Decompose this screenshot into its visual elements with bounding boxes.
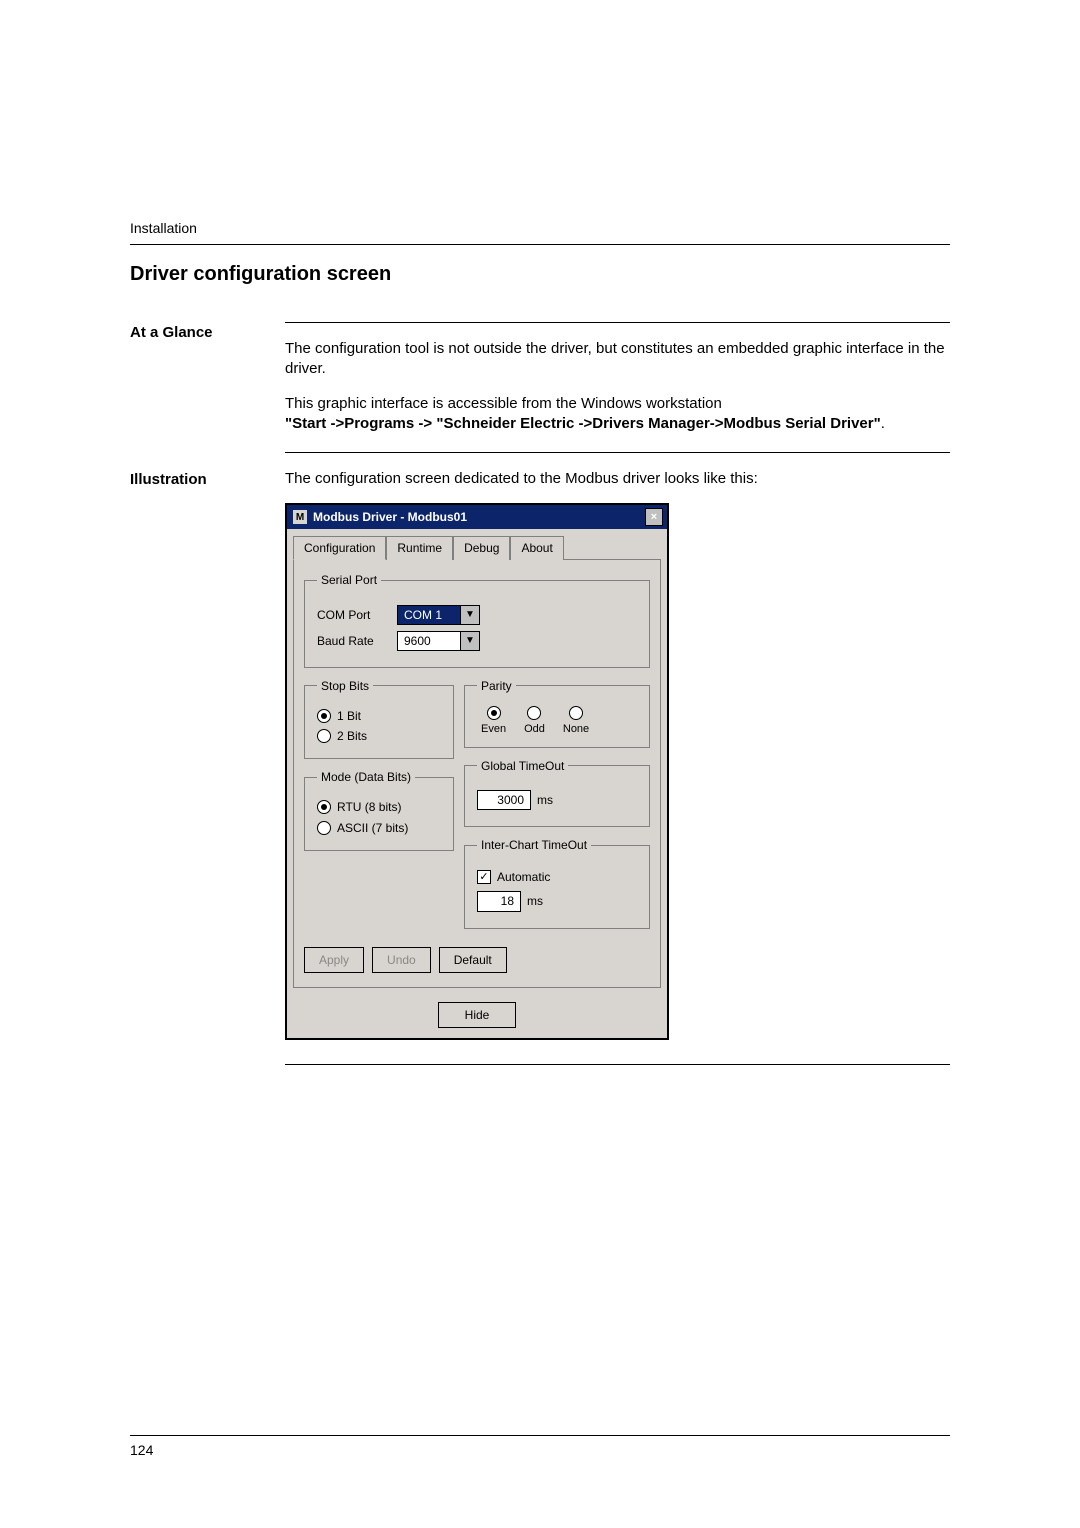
parity-even-option[interactable]: Even xyxy=(481,706,506,737)
group-serial-port-legend: Serial Port xyxy=(317,572,381,588)
baud-rate-value: 9600 xyxy=(397,631,461,651)
group-stop-bits-legend: Stop Bits xyxy=(317,678,373,694)
automatic-checkbox[interactable] xyxy=(477,870,491,884)
group-interchart-timeout: Inter-Chart TimeOut Automatic 18 ms xyxy=(464,837,650,929)
page-number: 124 xyxy=(130,1442,153,1458)
glance-para2-plain: This graphic interface is accessible fro… xyxy=(285,395,722,412)
at-a-glance-block: At a Glance The configuration tool is no… xyxy=(130,322,950,469)
stopbits-1bit-label: 1 Bit xyxy=(337,708,361,724)
com-port-combo[interactable]: COM 1 ▼ xyxy=(397,605,480,625)
group-parity: Parity Even Odd xyxy=(464,678,650,748)
glance-para1: The configuration tool is not outside th… xyxy=(285,339,950,380)
chevron-down-icon[interactable]: ▼ xyxy=(461,631,480,651)
parity-odd-label: Odd xyxy=(524,722,545,737)
divider xyxy=(285,322,950,323)
divider xyxy=(285,452,950,453)
app-icon: M xyxy=(293,510,307,524)
group-serial-port: Serial Port COM Port COM 1 ▼ Baud Rate 9… xyxy=(304,572,650,667)
tab-panel-configuration: Serial Port COM Port COM 1 ▼ Baud Rate 9… xyxy=(293,559,661,987)
section-title: Driver configuration screen xyxy=(130,263,950,286)
mode-ascii-option[interactable]: ASCII (7 bits) xyxy=(317,820,443,836)
hide-button[interactable]: Hide xyxy=(438,1002,517,1028)
running-header: Installation xyxy=(130,220,950,245)
group-stop-bits: Stop Bits 1 Bit 2 Bits xyxy=(304,678,454,760)
at-a-glance-content: The configuration tool is not outside th… xyxy=(285,322,950,469)
divider xyxy=(285,1064,950,1065)
mode-rtu-label: RTU (8 bits) xyxy=(337,799,401,815)
parity-none-option[interactable]: None xyxy=(563,706,589,737)
radio-icon xyxy=(317,709,331,723)
modbus-dialog: M Modbus Driver - Modbus01 × Configurati… xyxy=(285,503,669,1040)
glance-para2: This graphic interface is accessible fro… xyxy=(285,394,950,435)
interchart-timeout-input[interactable]: 18 xyxy=(477,891,521,911)
tab-about[interactable]: About xyxy=(510,536,563,560)
global-timeout-input[interactable]: 3000 xyxy=(477,790,531,810)
illustration-label: Illustration xyxy=(130,469,285,488)
group-mode-legend: Mode (Data Bits) xyxy=(317,769,415,785)
glance-para2-period: . xyxy=(881,415,885,432)
group-mode: Mode (Data Bits) RTU (8 bits) ASCII (7 b… xyxy=(304,769,454,851)
radio-icon xyxy=(527,706,541,720)
dialog-titlebar: M Modbus Driver - Modbus01 × xyxy=(287,505,667,529)
com-port-label: COM Port xyxy=(317,607,397,623)
close-icon[interactable]: × xyxy=(645,508,663,526)
chevron-down-icon[interactable]: ▼ xyxy=(461,605,480,625)
stopbits-2bits-option[interactable]: 2 Bits xyxy=(317,728,443,744)
illustration-caption: The configuration screen dedicated to th… xyxy=(285,469,950,489)
global-timeout-unit: ms xyxy=(537,792,553,808)
parity-odd-option[interactable]: Odd xyxy=(524,706,545,737)
interchart-timeout-unit: ms xyxy=(527,893,543,909)
parity-none-label: None xyxy=(563,722,589,737)
mode-ascii-label: ASCII (7 bits) xyxy=(337,820,408,836)
radio-icon xyxy=(317,729,331,743)
tab-runtime[interactable]: Runtime xyxy=(386,536,453,560)
group-global-timeout: Global TimeOut 3000 ms xyxy=(464,758,650,827)
at-a-glance-label: At a Glance xyxy=(130,322,285,341)
baud-rate-combo[interactable]: 9600 ▼ xyxy=(397,631,480,651)
automatic-label: Automatic xyxy=(497,869,550,885)
tab-configuration[interactable]: Configuration xyxy=(293,536,386,560)
illustration-content: The configuration screen dedicated to th… xyxy=(285,469,950,1065)
dialog-title: Modbus Driver - Modbus01 xyxy=(313,509,467,525)
radio-icon xyxy=(317,800,331,814)
undo-button[interactable]: Undo xyxy=(372,947,431,973)
glance-para2-bold: "Start ->Programs -> "Schneider Electric… xyxy=(285,415,881,432)
radio-icon xyxy=(317,821,331,835)
button-row: Apply Undo Default xyxy=(304,947,650,973)
apply-button[interactable]: Apply xyxy=(304,947,364,973)
default-button[interactable]: Default xyxy=(439,947,507,973)
group-interchart-timeout-legend: Inter-Chart TimeOut xyxy=(477,837,591,853)
stopbits-2bits-label: 2 Bits xyxy=(337,728,367,744)
group-parity-legend: Parity xyxy=(477,678,516,694)
stopbits-1bit-option[interactable]: 1 Bit xyxy=(317,708,443,724)
radio-icon xyxy=(569,706,583,720)
group-global-timeout-legend: Global TimeOut xyxy=(477,758,568,774)
com-port-value: COM 1 xyxy=(397,605,461,625)
mode-rtu-option[interactable]: RTU (8 bits) xyxy=(317,799,443,815)
radio-icon xyxy=(487,706,501,720)
tabstrip: Configuration Runtime Debug About xyxy=(287,529,667,559)
parity-even-label: Even xyxy=(481,722,506,737)
illustration-block: Illustration The configuration screen de… xyxy=(130,469,950,1065)
tab-debug[interactable]: Debug xyxy=(453,536,510,560)
page-footer: 124 xyxy=(130,1435,950,1458)
baud-rate-label: Baud Rate xyxy=(317,633,397,649)
